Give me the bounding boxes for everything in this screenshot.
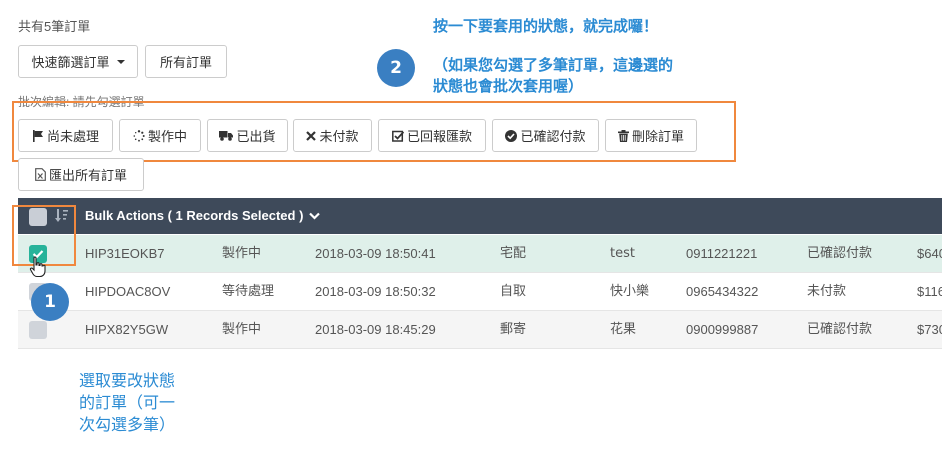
hand-cursor-icon [29,256,46,278]
order-status: 等待處理 [222,284,275,299]
order-id[interactable]: HIPDOAC8OV [85,273,170,310]
status-shipped-button[interactable]: 已出貨 [207,119,288,152]
shipping-method: 宅配 [500,246,527,261]
all-orders-label: 所有訂單 [159,56,212,71]
export-all-orders-button[interactable]: 匯出所有訂單 [18,158,144,191]
flag-icon [32,129,43,142]
order-count: 共有5筆訂單 [18,19,91,34]
status-payment-reported-button[interactable]: 已回報匯款 [378,119,486,152]
step-1-note-line-3: 次勾選多筆） [79,415,176,434]
status-unpaid-label: 未付款 [319,130,359,145]
payment-status: 未付款 [807,284,847,299]
order-status: 製作中 [222,322,262,337]
status-unpaid-button[interactable]: 未付款 [293,119,372,152]
status-pending-button[interactable]: 尚未處理 [18,119,113,152]
chevron-down-icon [309,212,321,220]
status-payment-reported-label: 已回報匯款 [406,130,472,145]
row-checkbox[interactable] [29,321,47,339]
step-1-note-line-1: 選取要改狀態 [79,371,176,390]
order-amount: $640 [917,246,942,261]
caret-down-icon [116,59,125,64]
payment-status: 已確認付款 [807,246,873,261]
order-id[interactable]: HIP31EOKB7 [85,235,165,272]
status-pending-label: 尚未處理 [46,130,99,145]
status-payment-confirmed-label: 已確認付款 [520,130,586,145]
status-in-production-label: 製作中 [147,130,187,145]
order-amount: $730 [917,322,942,337]
x-icon [306,130,317,141]
order-amount: $116 [917,284,942,299]
status-payment-confirmed-button[interactable]: 已確認付款 [492,119,599,152]
order-date: 2018-03-09 18:50:32 [315,284,436,299]
step-2-badge: 2 [377,49,415,87]
checkbox-icon [392,130,404,142]
truck-icon [219,131,234,141]
quick-filter-dropdown[interactable]: 快速篩選訂單 [18,45,138,78]
customer-phone: 0900999887 [686,322,759,337]
bulk-actions-dropdown[interactable]: Bulk Actions ( 1 Records Selected ) [85,198,321,234]
customer-name: test [610,246,635,261]
export-all-orders-label: 匯出所有訂單 [48,169,127,184]
step-2-note-line-3: 狀態也會批次套用喔） [433,77,584,95]
order-id[interactable]: HIPX82Y5GW [85,311,168,348]
customer-name: 花果 [610,322,637,337]
step-2-note-line-2: （如果您勾選了多筆訂單，這邊選的 [433,56,674,74]
order-status: 製作中 [222,246,262,261]
status-shipped-label: 已出貨 [236,130,276,145]
customer-phone: 0965434322 [686,284,759,299]
shipping-method: 郵寄 [500,322,527,337]
delete-order-button[interactable]: 刪除訂單 [605,119,697,152]
delete-order-label: 刪除訂單 [631,130,684,145]
spinner-icon [133,129,145,142]
quick-filter-label: 快速篩選訂單 [31,56,110,71]
table-row[interactable]: HIP31EOKB7 製作中 2018-03-09 18:50:41 宅配 te… [18,235,942,273]
check-circle-icon [505,129,518,142]
customer-name: 快小樂 [610,284,650,299]
all-orders-button[interactable]: 所有訂單 [145,45,227,78]
step-1-note-line-2: 的訂單（可一 [79,393,176,412]
table-row[interactable]: HIPX82Y5GW 製作中 2018-03-09 18:45:29 郵寄 花果… [18,311,942,349]
customer-phone: 0911221221 [686,246,758,261]
step-1-badge: 1 [31,283,69,321]
table-row[interactable]: HIPDOAC8OV 等待處理 2018-03-09 18:50:32 自取 快… [18,273,942,311]
table-header: Bulk Actions ( 1 Records Selected ) [18,198,942,234]
shipping-method: 自取 [500,284,527,299]
trash-icon [617,129,629,142]
bulk-actions-label: Bulk Actions ( 1 Records Selected ) [85,208,304,223]
order-date: 2018-03-09 18:45:29 [315,322,436,337]
order-date: 2018-03-09 18:50:41 [315,246,436,261]
step-2-note-line-1: 按一下要套用的狀態，就完成囉！ [433,17,659,35]
payment-status: 已確認付款 [807,322,873,337]
excel-file-icon [35,168,46,181]
status-in-production-button[interactable]: 製作中 [119,119,201,152]
